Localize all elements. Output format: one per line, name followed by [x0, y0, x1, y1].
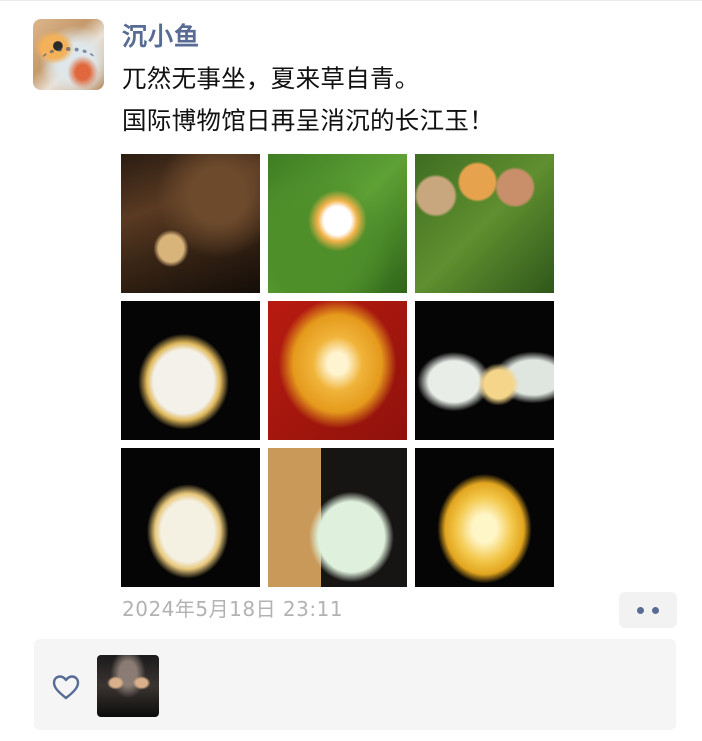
post-text-line-1: 兀然无事坐，夏来草自青。: [122, 64, 420, 93]
top-divider: [0, 0, 702, 1]
two-dots-icon: [652, 606, 659, 614]
photo-yellow-openwork-jade-carving[interactable]: [268, 301, 407, 440]
photo-white-carved-jade-piece[interactable]: [121, 301, 260, 440]
user-avatar[interactable]: [33, 19, 104, 90]
photo-green-jade-dragon-pendant[interactable]: [268, 448, 407, 587]
two-dots-icon: [637, 606, 644, 614]
photo-jade-stones-and-rings-on-grass[interactable]: [415, 154, 554, 293]
post-text-line-2: 国际博物馆日再呈消沉的长江玉！: [122, 106, 494, 135]
avatar-wave-pattern: [41, 47, 96, 75]
photo-white-jade-bird-carving[interactable]: [121, 448, 260, 587]
photo-carved-jade-figure-in-wood[interactable]: [121, 154, 260, 293]
liker-avatar[interactable]: [97, 655, 159, 717]
photo-jade-pebble-on-moss[interactable]: [268, 154, 407, 293]
photo-grid: [121, 154, 554, 587]
heart-icon[interactable]: [51, 673, 81, 701]
post-username[interactable]: 沉小鱼: [122, 19, 200, 55]
more-actions-button[interactable]: [619, 592, 677, 628]
post-timestamp: 2024年5月18日 23:11: [122, 597, 344, 621]
photo-yellow-jade-pendant[interactable]: [415, 448, 554, 587]
photo-jade-bangles-stack[interactable]: [415, 301, 554, 440]
